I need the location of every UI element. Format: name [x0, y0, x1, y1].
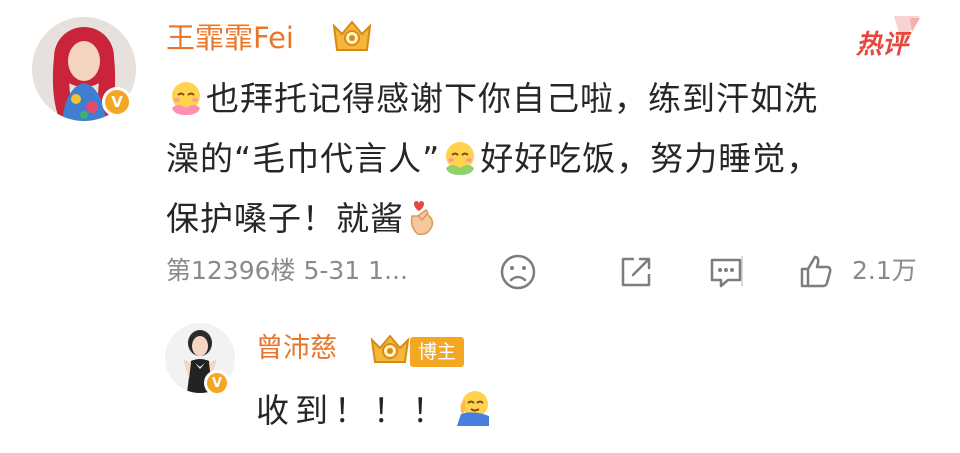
comment-text-line-3: 保护嗓子！就酱	[166, 199, 404, 238]
comment-text-line-2b: 好好吃饭，努力睡觉，	[480, 139, 821, 178]
hugging-face-emoji-icon	[453, 388, 493, 440]
hot-comment-label: 热评	[856, 30, 909, 60]
smiling-face-emoji-icon-2	[442, 138, 478, 192]
reply-text-content: 收到！！！	[256, 391, 451, 430]
comment-meta-row: 第12396楼 5-31 1... 2.1万	[166, 252, 936, 292]
replier-vip-crown-icon	[368, 330, 412, 368]
dislike-face-icon[interactable]	[498, 252, 538, 292]
share-icon[interactable]	[616, 252, 656, 292]
comment-text: 也拜托记得感谢下你自己啦，练到汗如洗 澡的“毛巾代言人” 好好吃饭，努力睡觉， …	[166, 72, 938, 252]
hot-comment-tag: 热评	[854, 14, 922, 62]
replier-username[interactable]: 曾沛慈	[256, 330, 337, 368]
floor-and-time: 第12396楼 5-31 1...	[166, 256, 408, 285]
finger-heart-emoji-icon	[406, 198, 436, 252]
like-count: 2.1万	[852, 256, 917, 285]
commenter-username[interactable]: 王霏霏Fei	[166, 18, 294, 58]
comment-text-line-1: 也拜托记得感谢下你自己啦，练到汗如洗	[206, 79, 818, 118]
replier-verified-badge: V	[204, 370, 230, 396]
reply-text: 收到！！！	[256, 388, 495, 440]
vip-crown-icon	[330, 16, 374, 56]
comment-icon[interactable]	[706, 252, 746, 292]
smiling-face-emoji-icon	[168, 78, 204, 132]
thumbs-up-icon[interactable]	[796, 252, 836, 292]
verified-badge: V	[102, 87, 132, 117]
comment-text-line-2a: 澡的“毛巾代言人”	[166, 139, 441, 178]
blogger-tag: 博主	[410, 337, 465, 367]
